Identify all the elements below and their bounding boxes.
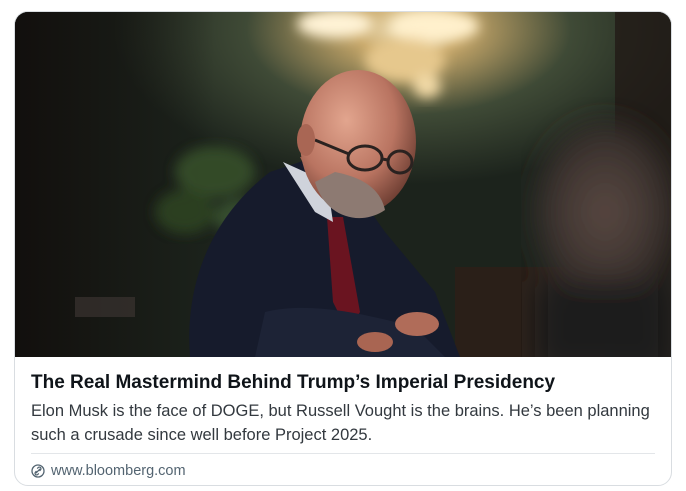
link-icon (31, 464, 45, 478)
article-title[interactable]: The Real Mastermind Behind Trump’s Imper… (31, 371, 655, 395)
link-preview-text: The Real Mastermind Behind Trump’s Imper… (15, 357, 671, 485)
link-preview-card[interactable]: The Real Mastermind Behind Trump’s Imper… (14, 11, 672, 486)
source-row[interactable]: www.bloomberg.com (31, 461, 186, 481)
article-photo[interactable] (15, 12, 671, 357)
source-domain[interactable]: www.bloomberg.com (51, 463, 186, 479)
divider (31, 453, 655, 454)
photo-illustration (15, 12, 671, 357)
article-description: Elon Musk is the face of DOGE, but Russe… (31, 402, 650, 444)
